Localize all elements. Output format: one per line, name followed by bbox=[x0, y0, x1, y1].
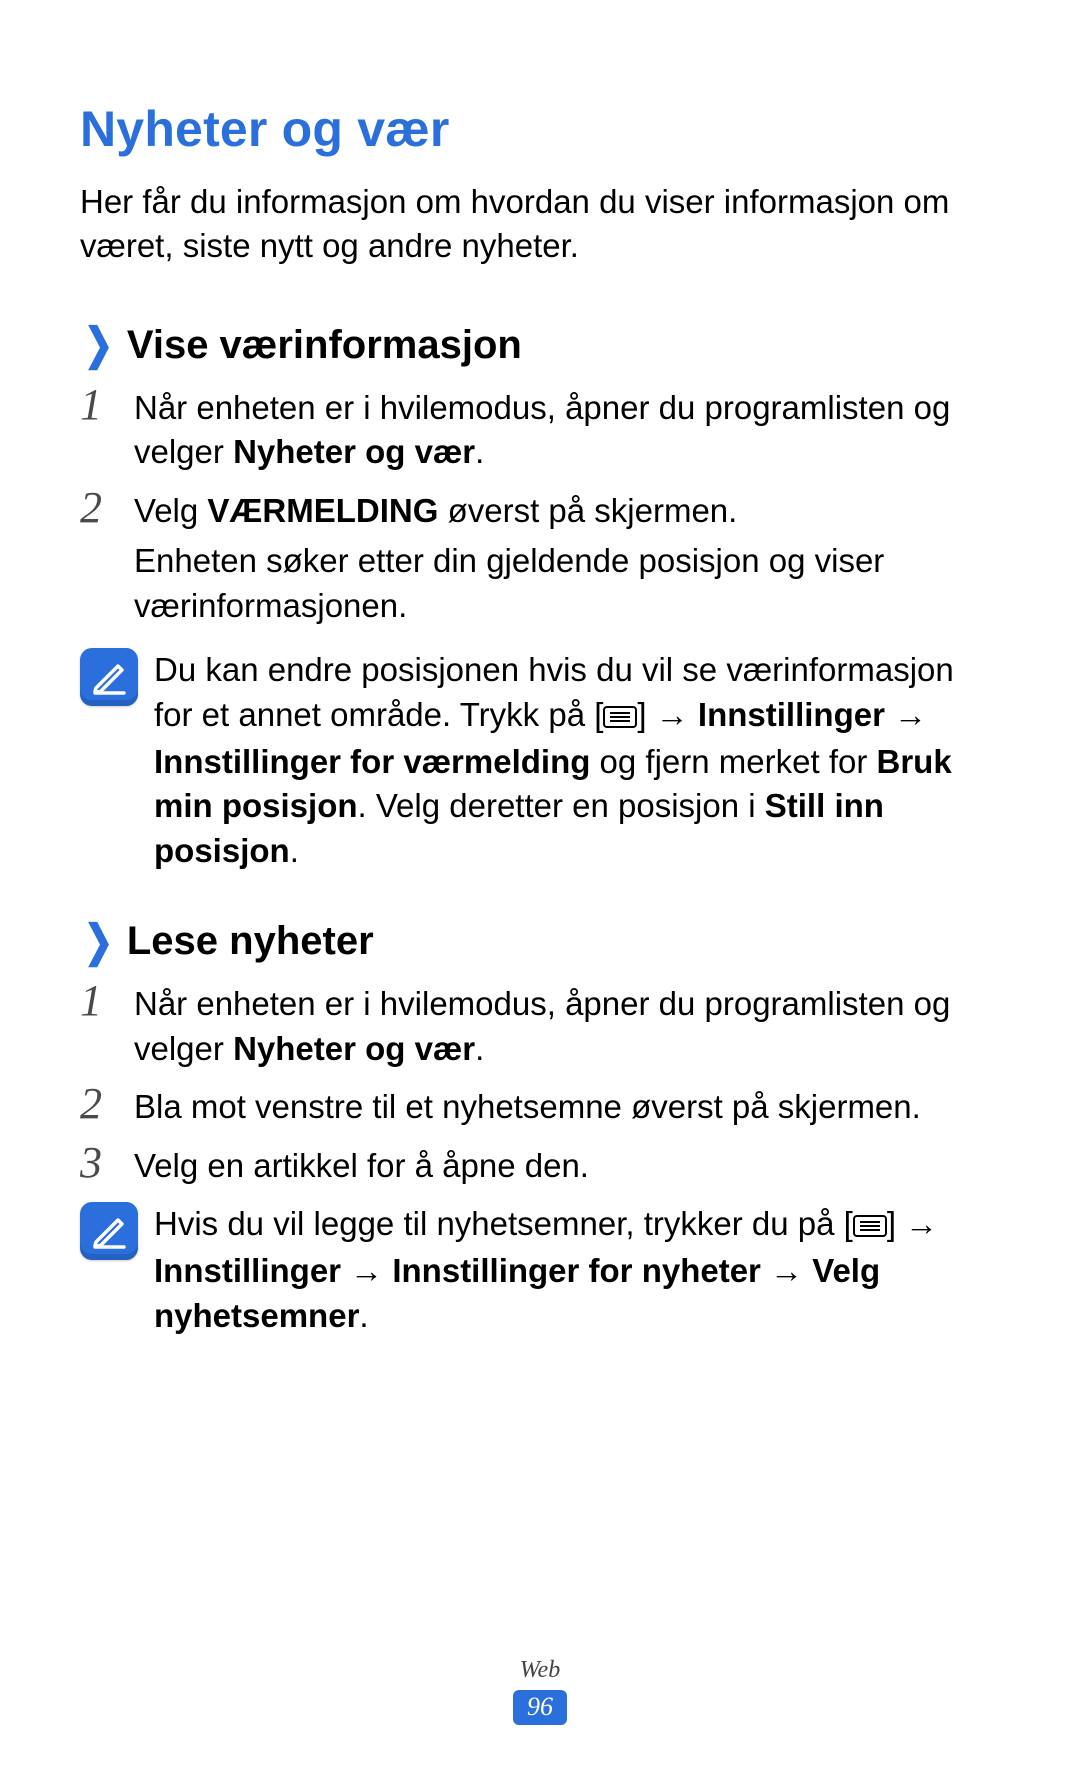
chevron-right-icon: ❯ bbox=[84, 323, 114, 367]
note-icon bbox=[80, 1202, 138, 1260]
document-page: Nyheter og vær Her får du informasjon om… bbox=[0, 0, 1080, 1771]
menu-key-icon bbox=[853, 1204, 887, 1249]
step-number: 2 bbox=[80, 485, 134, 531]
subheading-text: Vise værinformasjon bbox=[127, 323, 522, 368]
step-3: 3 Velg en artikkel for å åpne den. bbox=[80, 1140, 1000, 1189]
page-title: Nyheter og vær bbox=[80, 100, 1000, 158]
chevron-right-icon: ❯ bbox=[84, 920, 114, 964]
step-text: Når enheten er i hvilemodus, åpner du pr… bbox=[134, 382, 1000, 475]
step-2: 2 Velg VÆRMELDING øverst på skjermen. En… bbox=[80, 485, 1000, 635]
page-footer: Web 96 bbox=[0, 1657, 1080, 1725]
step-number: 1 bbox=[80, 978, 134, 1024]
step-number: 1 bbox=[80, 382, 134, 428]
step-text: Bla mot venstre til et nyhetsemne øverst… bbox=[134, 1081, 921, 1130]
note-text: Hvis du vil legge til nyhetsemner, trykk… bbox=[154, 1202, 1000, 1338]
note-block: Hvis du vil legge til nyhetsemner, trykk… bbox=[80, 1202, 1000, 1338]
note-block: Du kan endre posisjonen hvis du vil se v… bbox=[80, 648, 1000, 873]
menu-key-icon bbox=[603, 695, 637, 740]
note-icon bbox=[80, 648, 138, 706]
subheading-text: Lese nyheter bbox=[127, 919, 374, 964]
intro-paragraph: Her får du informasjon om hvordan du vis… bbox=[80, 180, 1000, 268]
step-text: Når enheten er i hvilemodus, åpner du pr… bbox=[134, 978, 1000, 1071]
step-number: 3 bbox=[80, 1140, 134, 1186]
subheading-vise-vaerinformasjon: ❯ Vise værinformasjon bbox=[80, 323, 1000, 368]
step-1: 1 Når enheten er i hvilemodus, åpner du … bbox=[80, 978, 1000, 1071]
step-2: 2 Bla mot venstre til et nyhetsemne øver… bbox=[80, 1081, 1000, 1130]
note-text: Du kan endre posisjonen hvis du vil se v… bbox=[154, 648, 1000, 873]
step-1: 1 Når enheten er i hvilemodus, åpner du … bbox=[80, 382, 1000, 475]
page-number: 96 bbox=[513, 1690, 567, 1725]
subheading-lese-nyheter: ❯ Lese nyheter bbox=[80, 919, 1000, 964]
footer-section-label: Web bbox=[0, 1657, 1080, 1684]
step-text: Velg en artikkel for å åpne den. bbox=[134, 1140, 589, 1189]
step-number: 2 bbox=[80, 1081, 134, 1127]
step-text: Velg VÆRMELDING øverst på skjermen. Enhe… bbox=[134, 485, 1000, 635]
